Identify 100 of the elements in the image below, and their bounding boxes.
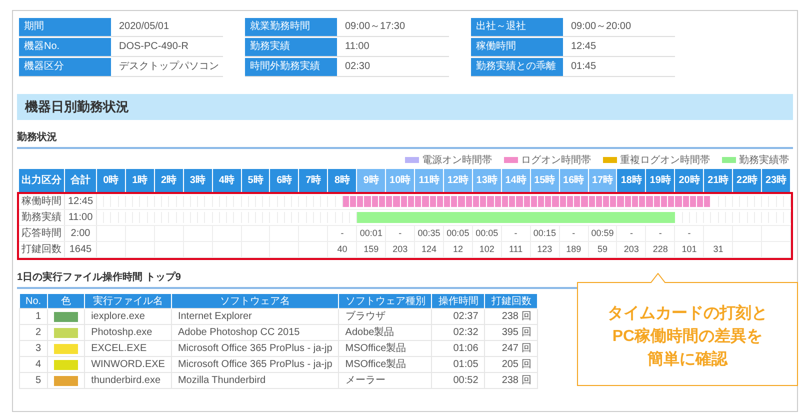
hour-cell: 00:05 (444, 226, 473, 241)
hour-header: 23時 (762, 169, 791, 192)
table-cell: 5 (20, 372, 48, 388)
column-header: 操作時間 (432, 294, 485, 308)
legend-label: 重複ログオン時間帯 (620, 154, 710, 167)
row-total: 2:00 (65, 226, 97, 241)
info-label: 勤務実績 (245, 38, 337, 56)
table-cell: 395 回 (484, 324, 538, 340)
info-value: 12:45 (570, 40, 598, 54)
hour-header: 12時 (444, 169, 473, 192)
hour-cell: 40 (328, 242, 358, 257)
table-cell: Internet Explorer (171, 308, 339, 324)
info-label: 稼働時間 (471, 38, 563, 56)
row-label: 勤務実績 (19, 210, 65, 225)
column-header: 合計 (65, 169, 97, 192)
table-cell: Adobe Photoshop CC 2015 (171, 324, 339, 340)
table-cell: Microsoft Office 365 ProPlus - ja-jp (171, 356, 339, 372)
table-cell: ブラウザ (338, 308, 432, 324)
hour-cell: 00:15 (530, 226, 560, 241)
hour-cell: 189 (560, 242, 589, 257)
info-label: 勤務実績との乖離 (471, 58, 563, 76)
hour-cell: 31 (704, 242, 734, 257)
hour-header: 1時 (126, 169, 155, 192)
hour-cell: 159 (357, 242, 386, 257)
legend-label: ログオン時間帯 (521, 154, 591, 167)
table-cell: 02:37 (432, 308, 485, 324)
column-header: No. (20, 294, 48, 308)
hour-cell: - (560, 226, 589, 241)
table-cell: 238 回 (484, 308, 538, 324)
table-cell: Adobe製品 (338, 324, 432, 340)
hour-header: 4時 (212, 169, 242, 192)
hour-header: 3時 (184, 169, 213, 192)
info-label: 期間 (19, 18, 111, 36)
table-cell: 00:52 (432, 372, 485, 388)
row-total: 1645 (65, 242, 97, 257)
hour-header: 16時 (560, 169, 589, 192)
info-label: 機器No. (19, 38, 111, 56)
info-value: 2020/05/01 (118, 20, 170, 34)
hour-cell: 12 (444, 242, 473, 257)
table-cell: 238 回 (484, 372, 538, 388)
hour-header: 14時 (502, 169, 531, 192)
hour-header: 0時 (97, 169, 126, 192)
hour-cell: - (675, 226, 704, 241)
column-header: ソフトウェア名 (171, 294, 339, 308)
callout-text: タイムカードの打刻と (608, 303, 768, 324)
section-title: 機器日別勤務状況 (17, 94, 793, 120)
row-total: 11:00 (65, 210, 97, 225)
hour-header: 20時 (675, 169, 704, 192)
row-label: 稼働時間 (19, 194, 65, 209)
column-header: 実行ファイル名 (84, 294, 172, 308)
table-cell: 3 (20, 340, 48, 356)
row-total: 12:45 (65, 194, 97, 209)
hour-cell: 203 (617, 242, 646, 257)
info-value: 09:00～20:00 (570, 20, 632, 34)
hour-cell: - (646, 226, 676, 241)
legend-label: 勤務実績帯 (739, 154, 789, 167)
table-cell: 205 回 (484, 356, 538, 372)
hour-cell: 203 (386, 242, 416, 257)
hour-header: 13時 (472, 169, 502, 192)
table-cell: Photoshp.exe (84, 324, 172, 340)
table-cell: メーラー (338, 372, 432, 388)
table-cell: WINWORD.EXE (84, 356, 172, 372)
column-header: 出力区分 (19, 169, 65, 192)
row-label: 応答時間 (19, 226, 65, 241)
info-value: デスクトップパソコン (118, 60, 220, 74)
table-cell: 01:06 (432, 340, 485, 356)
info-label: 就業勤務時間 (245, 18, 337, 36)
hour-header: 22時 (733, 169, 762, 192)
hour-cell: 101 (675, 242, 704, 257)
hour-header: 8時 (328, 169, 358, 192)
table-cell: 1 (20, 308, 48, 324)
hour-header: 9時 (357, 169, 386, 192)
info-label: 機器区分 (19, 58, 111, 76)
hour-cell: 111 (502, 242, 531, 257)
hour-cell: 228 (646, 242, 676, 257)
hour-cell: 123 (530, 242, 560, 257)
table-cell: MSOffice製品 (338, 340, 432, 356)
hour-cell: - (617, 226, 646, 241)
table-cell: 01:05 (432, 356, 485, 372)
callout-text: PC稼働時間の差異を (612, 326, 763, 347)
hour-cell: 00:01 (357, 226, 386, 241)
table-cell: MSOffice製品 (338, 356, 432, 372)
subsection-title: 勤務状況 (17, 130, 793, 149)
column-header: 色 (48, 294, 85, 308)
info-value: 01:45 (570, 60, 598, 74)
hour-cell: 102 (472, 242, 502, 257)
table-cell: thunderbird.exe (84, 372, 172, 388)
table-cell: Mozilla Thunderbird (171, 372, 339, 388)
hour-header: 2時 (154, 169, 184, 192)
callout-text: 簡単に確認 (648, 349, 728, 370)
hour-cell: 124 (415, 242, 444, 257)
info-value: DOS-PC-490-R (118, 40, 190, 54)
table-cell: EXCEL.EXE (84, 340, 172, 356)
hour-header: 11時 (415, 169, 444, 192)
hour-header: 15時 (530, 169, 560, 192)
hour-header: 18時 (617, 169, 646, 192)
hour-cell: 00:05 (472, 226, 502, 241)
hour-header: 10時 (386, 169, 416, 192)
hour-cell: - (502, 226, 531, 241)
hour-header: 21時 (704, 169, 734, 192)
